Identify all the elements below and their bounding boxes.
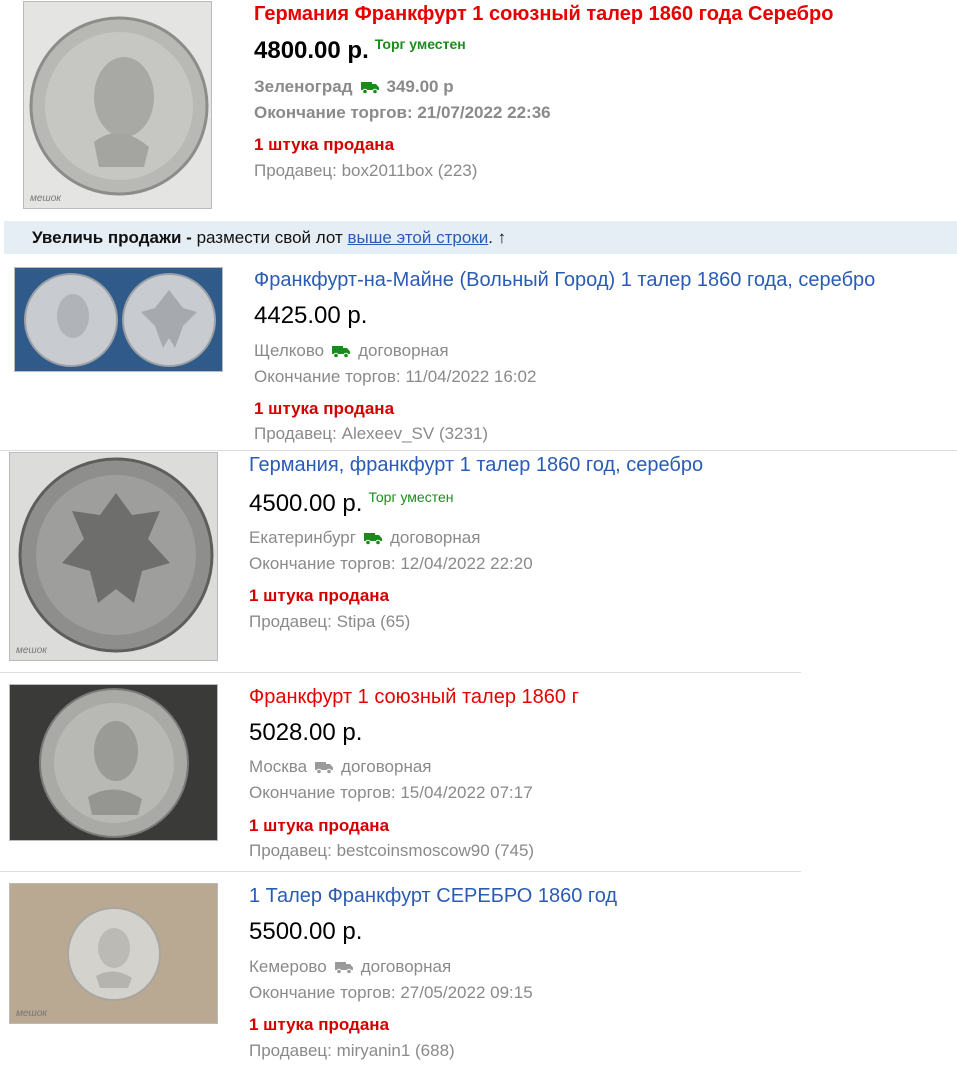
promo-bold: Увеличь продажи - xyxy=(32,228,192,247)
seller[interactable]: Продавец: miryanin1 (688) xyxy=(249,1041,455,1061)
listing-price: 5028.00 р. xyxy=(249,719,362,747)
coin-image xyxy=(29,16,209,196)
seller[interactable]: Продавец: Stipa (65) xyxy=(249,612,410,632)
watermark: мешок xyxy=(16,1008,48,1019)
auction-end: Окончание торгов: 12/04/2022 22:20 xyxy=(249,554,533,573)
delivery-price: 349.00 р xyxy=(386,77,454,96)
location-delivery: Щелково договорная xyxy=(254,341,449,363)
price-value: 4500.00 р. xyxy=(249,490,363,517)
promo-banner: Увеличь продажи - размести свой лот выше… xyxy=(4,221,957,254)
city: Щелково xyxy=(254,341,325,360)
bargain-label: Торг уместен xyxy=(368,489,454,505)
auction-end: Окончание торгов: 15/04/2022 07:17 xyxy=(249,783,533,802)
auction-end: Окончание торгов: 27/05/2022 09:15 xyxy=(249,983,533,1002)
delivery-price: договорная xyxy=(358,341,449,360)
promo-text: размести свой лот xyxy=(191,228,348,247)
coin-thumbnail-5[interactable]: мешок xyxy=(9,883,218,1024)
coin-image xyxy=(18,457,214,653)
coin-thumbnail-1[interactable]: мешок xyxy=(23,1,212,209)
truck-icon xyxy=(315,759,334,779)
coin-thumbnail-3[interactable]: мешок xyxy=(9,452,218,661)
listing-title[interactable]: 1 Талер Франкфурт СЕРЕБРО 1860 год xyxy=(249,885,617,908)
divider xyxy=(0,450,957,451)
listing-title[interactable]: Франкфурт-на-Майне (Вольный Город) 1 тал… xyxy=(254,269,875,292)
coin-image xyxy=(39,688,189,838)
delivery-price: договорная xyxy=(389,528,481,547)
promo-tail: . ↑ xyxy=(488,228,507,247)
sold-status: 1 штука продана xyxy=(254,135,395,154)
city: Зеленоград xyxy=(254,77,353,96)
location-delivery: Зеленоград 349.00 р xyxy=(254,77,454,99)
city: Екатеринбург xyxy=(249,528,356,547)
bargain-label: Торг уместен xyxy=(374,36,466,52)
delivery-price: договорная xyxy=(360,957,452,976)
price-value: 5500.00 р. xyxy=(249,918,363,945)
coin-image xyxy=(67,907,161,1001)
city: Москва xyxy=(249,757,308,776)
watermark: мешок xyxy=(30,193,62,204)
divider xyxy=(0,672,801,673)
location-delivery: Кемерово договорная xyxy=(249,957,451,979)
city: Кемерово xyxy=(249,957,327,976)
auction-end: Окончание торгов: 21/07/2022 22:36 xyxy=(254,103,551,122)
divider xyxy=(0,871,801,872)
listing-price: 4500.00 р. Торг уместен xyxy=(249,489,454,518)
sold-status: 1 штука продана xyxy=(249,816,390,835)
coin-thumbnail-2[interactable] xyxy=(14,267,223,372)
truck-icon xyxy=(334,959,353,979)
truck-icon xyxy=(360,79,379,99)
watermark: мешок xyxy=(16,645,48,656)
listing-title[interactable]: Германия Франкфурт 1 союзный талер 1860 … xyxy=(254,3,833,26)
seller[interactable]: Продавец: bestcoinsmoscow90 (745) xyxy=(249,841,534,861)
listing-title[interactable]: Франкфурт 1 союзный талер 1860 г xyxy=(249,686,579,709)
sold-status: 1 штука продана xyxy=(249,586,390,605)
sold-status: 1 штука продана xyxy=(254,399,395,418)
location-delivery: Екатеринбург договорная xyxy=(249,528,480,550)
price-value: 4800.00 р. xyxy=(254,37,369,64)
listing-price: 4425.00 р. xyxy=(254,302,367,330)
seller[interactable]: Продавец: box2011box (223) xyxy=(254,161,477,181)
delivery-price: договорная xyxy=(341,757,432,776)
listing-price: 4800.00 р. Торг уместен xyxy=(254,36,466,65)
coin-thumbnail-4[interactable] xyxy=(9,684,218,841)
sold-status: 1 штука продана xyxy=(249,1015,390,1034)
truck-icon xyxy=(332,343,351,363)
location-delivery: Москва договорная xyxy=(249,757,432,779)
auction-end: Окончание торгов: 11/04/2022 16:02 xyxy=(254,367,537,386)
promo-link[interactable]: выше этой строки xyxy=(347,228,488,247)
listing-title[interactable]: Германия, франкфурт 1 талер 1860 год, се… xyxy=(249,454,703,477)
truck-icon xyxy=(363,530,382,550)
price-value: 5028.00 р. xyxy=(249,719,363,746)
seller[interactable]: Продавец: Alexeev_SV (3231) xyxy=(254,424,488,444)
price-value: 4425.00 р. xyxy=(254,302,368,329)
listing-price: 5500.00 р. xyxy=(249,918,362,946)
coin-image xyxy=(24,273,216,367)
